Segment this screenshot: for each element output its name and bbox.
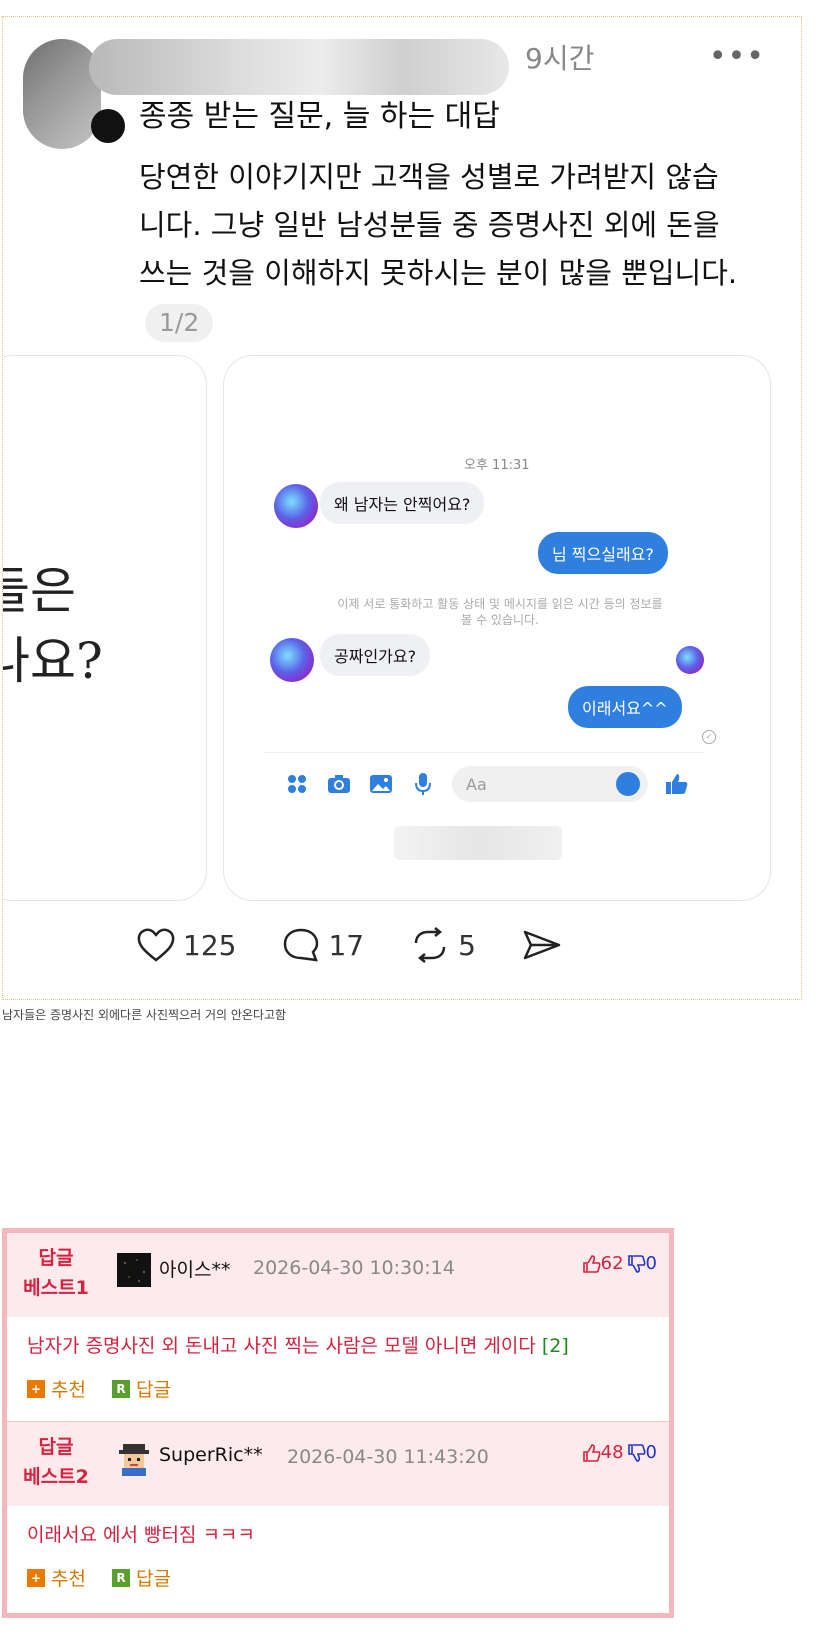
comment-date: 2026-04-30 10:30:14 xyxy=(253,1257,455,1279)
emoji-icon[interactable] xyxy=(616,772,640,796)
plus-icon: + xyxy=(27,1379,45,1398)
reply-label: 답글 xyxy=(135,1379,171,1401)
send-icon xyxy=(523,930,561,960)
rank-line-1: 답글 xyxy=(38,1436,74,1458)
post-actions: 125 17 5 xyxy=(137,927,616,963)
chat-bubble-outgoing: 님 찍으실래요? xyxy=(538,532,668,574)
comment-date: 2026-04-30 11:43:20 xyxy=(287,1446,489,1468)
best-rank-badge: 답글 베스트2 xyxy=(21,1432,91,1492)
reply-label: 답글 xyxy=(135,1568,171,1590)
upvote-count: 48 xyxy=(600,1442,624,1463)
read-receipt-avatar xyxy=(676,646,704,674)
chat-avatar xyxy=(274,484,318,528)
camera-icon[interactable] xyxy=(326,771,352,797)
thumbs-up-icon xyxy=(582,1254,601,1273)
image-text: 들은 나요? xyxy=(3,556,103,696)
attached-image-2[interactable]: 오후 11:31 왜 남자는 안찍어요? 님 찍으실래요? 이제 서로 통화하고… xyxy=(223,355,771,901)
best-rank-badge: 답글 베스트1 xyxy=(21,1243,91,1303)
image-text-line-2: 나요? xyxy=(3,632,103,690)
like-count: 125 xyxy=(183,928,237,962)
comment-text-content: 이래서요 에서 빵터짐 ㅋㅋㅋ xyxy=(27,1524,255,1546)
upvote-button[interactable]: 48 xyxy=(582,1442,624,1463)
thumbs-up-icon xyxy=(582,1443,601,1462)
reply-count[interactable]: [2] xyxy=(542,1335,569,1357)
reply-button[interactable]: R 답글 xyxy=(111,1375,171,1402)
rank-line-2: 베스트1 xyxy=(23,1277,89,1299)
downvote-button[interactable]: 0 xyxy=(627,1442,657,1463)
chat-time: 오후 11:31 xyxy=(464,458,530,473)
thumbs-up-icon[interactable] xyxy=(664,771,690,797)
post-card: 9시간 ••• 종종 받는 질문, 늘 하는 대답 당연한 이야기지만 고객을 … xyxy=(2,16,802,1000)
user-avatar[interactable] xyxy=(117,1442,151,1476)
reply-button[interactable]: R 답글 xyxy=(111,1564,171,1591)
thumbs-down-icon xyxy=(627,1443,646,1462)
chat-bubble-outgoing: 이래서요^^ xyxy=(568,686,682,728)
post-body-text: 당연한 이야기지만 고객을 성별로 가려받지 않습니다. 그냥 일반 남성분들 … xyxy=(139,160,738,290)
plus-icon: + xyxy=(27,1568,45,1587)
best-comments-box: 답글 베스트1 아이스** 2026-04-30 10:30:14 62 0 남… xyxy=(2,1228,674,1618)
comment-body: 남자가 증명사진 외 돈내고 사진 찍는 사람은 모델 아니면 게이다 [2] … xyxy=(7,1317,669,1422)
recommend-button[interactable]: + 추천 xyxy=(27,1375,86,1402)
post-title: 종종 받는 질문, 늘 하는 대답 xyxy=(139,99,500,134)
page-indicator: 1/2 xyxy=(145,304,214,342)
microphone-icon[interactable] xyxy=(410,771,436,797)
share-button[interactable] xyxy=(522,929,570,961)
downvote-count: 0 xyxy=(645,1442,657,1463)
image-icon[interactable] xyxy=(368,771,394,797)
downvote-count: 0 xyxy=(645,1253,657,1274)
chat-bubble-incoming: 왜 남자는 안찍어요? xyxy=(320,482,485,524)
post-caption: 남자들은 증명사진 외에다른 사진찍으러 거의 안온다고함 xyxy=(2,1008,287,1022)
reply-icon: R xyxy=(111,1379,130,1398)
repost-button[interactable]: 5 xyxy=(410,927,476,963)
upvote-count: 62 xyxy=(600,1253,624,1274)
more-options-icon[interactable]: ••• xyxy=(709,39,765,74)
image-text-line-1: 들은 xyxy=(3,562,76,620)
comment-button[interactable]: 17 xyxy=(282,927,364,963)
repost-count: 5 xyxy=(458,928,476,962)
post-timestamp: 9시간 xyxy=(525,42,595,75)
recommend-label: 추천 xyxy=(51,1379,86,1401)
recommend-button[interactable]: + 추천 xyxy=(27,1564,86,1591)
comment-count: 17 xyxy=(328,928,365,962)
comment-votes: 48 0 xyxy=(582,1442,657,1463)
sent-check-icon: ✓ xyxy=(702,730,716,744)
comment-header: 답글 베스트2 SuperRic** 2026-04-30 11:43:20 4… xyxy=(7,1422,669,1506)
downvote-button[interactable]: 0 xyxy=(627,1253,657,1274)
apps-icon[interactable] xyxy=(284,771,310,797)
thumbs-down-icon xyxy=(627,1254,646,1273)
reply-icon: R xyxy=(111,1568,130,1587)
blurred-watermark xyxy=(394,826,562,860)
comment-header: 답글 베스트1 아이스** 2026-04-30 10:30:14 62 0 xyxy=(7,1233,669,1317)
like-button[interactable]: 125 xyxy=(137,928,236,962)
comment-body: 이래서요 에서 빵터짐 ㅋㅋㅋ + 추천 R 답글 xyxy=(7,1506,669,1610)
chat-bubble-incoming: 공짜인가요? xyxy=(320,634,431,676)
comment-username[interactable]: 아이스** xyxy=(159,1255,230,1282)
chat-toolbar: Aa xyxy=(284,766,690,802)
rank-line-2: 베스트2 xyxy=(23,1466,89,1488)
heart-icon xyxy=(137,928,175,962)
comment-text: 남자가 증명사진 외 돈내고 사진 찍는 사람은 모델 아니면 게이다 [2] xyxy=(27,1331,569,1358)
comment-actions: + 추천 R 답글 xyxy=(27,1564,197,1591)
attached-image-1[interactable]: 들은 나요? xyxy=(3,355,207,901)
comment-username[interactable]: SuperRic** xyxy=(159,1444,263,1466)
comment-text-content: 남자가 증명사진 외 돈내고 사진 찍는 사람은 모델 아니면 게이다 xyxy=(27,1335,536,1357)
post-body: 당연한 이야기지만 고객을 성별로 가려받지 않습니다. 그냥 일반 남성분들 … xyxy=(139,153,739,345)
divider xyxy=(264,752,704,753)
message-input[interactable]: Aa xyxy=(452,766,648,802)
comment-votes: 62 0 xyxy=(582,1253,657,1274)
repost-icon xyxy=(414,927,446,963)
upvote-button[interactable]: 62 xyxy=(582,1253,624,1274)
comment-text: 이래서요 에서 빵터짐 ㅋㅋㅋ xyxy=(27,1520,255,1547)
follow-badge-icon[interactable] xyxy=(91,109,125,143)
recommend-label: 추천 xyxy=(51,1568,86,1590)
comment-icon xyxy=(284,928,319,962)
comment-actions: + 추천 R 답글 xyxy=(27,1375,197,1402)
chat-avatar xyxy=(270,638,314,682)
message-input-placeholder: Aa xyxy=(466,774,487,794)
chat-notice: 이제 서로 통화하고 활동 상태 및 메시지를 읽은 시간 등의 정보를 볼 수… xyxy=(337,597,663,627)
avatar[interactable] xyxy=(23,39,101,149)
user-avatar[interactable] xyxy=(117,1253,151,1287)
blurred-username xyxy=(89,39,509,95)
rank-line-1: 답글 xyxy=(38,1247,74,1269)
